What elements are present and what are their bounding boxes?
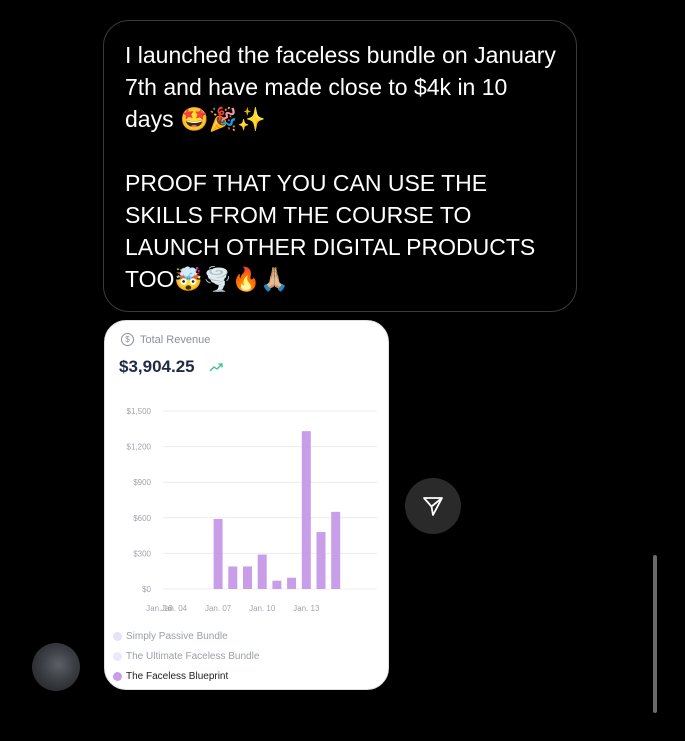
send-icon (423, 497, 443, 516)
legend-dot (113, 631, 122, 641)
x-tick-label: Jan. 10 (249, 604, 276, 613)
legend-item: The Ultimate Faceless Bundle (113, 646, 259, 666)
legend-label: Simply Passive Bundle (126, 630, 228, 642)
dollar-icon: $ (121, 333, 134, 346)
message-bubble: I launched the faceless bundle on Januar… (103, 20, 577, 312)
y-tick-label: $1,200 (127, 443, 152, 452)
message-text-2: PROOF THAT YOU CAN USE THE SKILLS FROM T… (125, 170, 536, 292)
legend-dot (113, 671, 122, 681)
revenue-amount: $3,904.25 (119, 357, 195, 376)
total-revenue-label: $ Total Revenue (121, 333, 210, 346)
trending-up-icon (209, 363, 223, 372)
y-tick-label: $600 (133, 514, 151, 523)
revenue-card-image[interactable]: $ Total Revenue $3,904.25 $0 $300 $600 $900… (104, 320, 389, 690)
legend-item: The Faceless Blueprint (113, 666, 259, 686)
chart-bar (213, 518, 223, 589)
x-tick-label: Jan. 13 (293, 604, 320, 613)
y-tick-label: $0 (142, 585, 151, 594)
avatar[interactable] (32, 643, 80, 691)
legend-item: Simply Passive Bundle (113, 626, 259, 646)
message-text-1: I launched the faceless bundle on Januar… (125, 42, 556, 132)
chart-bar (301, 431, 311, 589)
chart-legend: Simply Passive Bundle The Ultimate Facele… (113, 626, 259, 686)
legend-dot (113, 651, 122, 661)
share-button[interactable] (405, 478, 461, 534)
scrollbar[interactable] (653, 555, 657, 713)
x-tick-label: Jan. 16 (146, 604, 173, 613)
chart-bar (272, 580, 282, 589)
legend-label: The Ultimate Faceless Bundle (126, 650, 260, 662)
chart-bar (331, 511, 341, 589)
y-tick-label: $300 (133, 549, 151, 558)
y-tick-label: $900 (133, 478, 151, 487)
x-tick-label: Jan. 07 (205, 604, 232, 613)
chart-bar (316, 532, 326, 589)
y-tick-label: $1,500 (127, 407, 152, 416)
legend-label: The Faceless Blueprint (126, 670, 229, 682)
chart-bar (228, 566, 238, 589)
chart-bar (243, 566, 252, 589)
revenue-chart: $0$300$600$900$1,200$1,500Jan. 04 Jan. 07… (127, 407, 377, 613)
chart-bar (287, 577, 297, 589)
chart-bar (257, 554, 267, 589)
total-revenue-text: Total Revenue (140, 333, 211, 346)
